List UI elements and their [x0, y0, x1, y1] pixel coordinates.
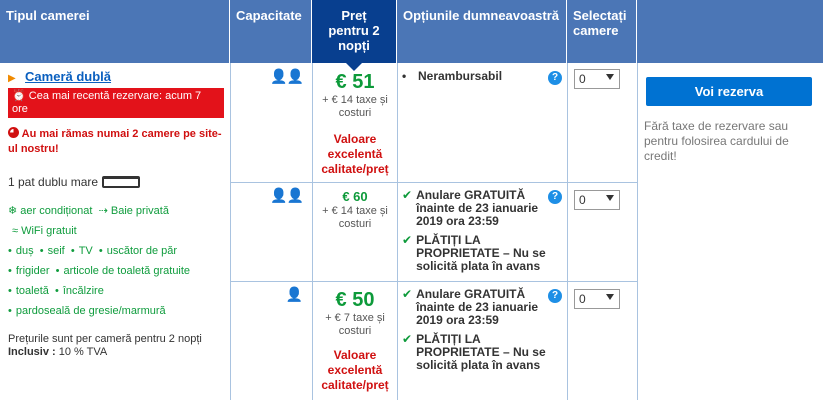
- divider: [230, 63, 231, 400]
- room-title-link[interactable]: Cameră dublă: [25, 69, 111, 84]
- alarm-clock-icon: ⏰: [12, 90, 26, 102]
- header-select-line2: camere: [573, 23, 619, 38]
- shower-icon: ⇢: [98, 205, 108, 217]
- checkmark-icon: ✔: [402, 287, 413, 301]
- amenity: WiFi gratuit: [21, 225, 77, 237]
- pie-chart-icon: [8, 127, 19, 138]
- amenity: frigider: [15, 265, 50, 277]
- price-cell: € 51 + € 14 taxe și costuri Valoare exce…: [313, 70, 397, 177]
- value-badge: Valoare excelentă calitate/preț: [321, 132, 389, 176]
- room-info: ▶ Cameră dublă ⏰ Cea mai recentă rezerva…: [0, 63, 230, 365]
- two-persons-icon: 👤👤: [270, 68, 304, 84]
- options-cell: ✔ Anulare GRATUITĂ înainte de 23 ianuari…: [398, 282, 566, 400]
- option-text: Anulare GRATUITĂ înainte de 23 ianuarie …: [416, 188, 539, 228]
- capacity-two-persons: 👤👤: [231, 68, 311, 85]
- room-title-row: ▶ Cameră dublă: [8, 69, 222, 84]
- snowflake-icon: ❄: [8, 205, 18, 217]
- chevron-down-icon: [606, 294, 614, 300]
- amenity: articole de toaletă gratuite: [63, 265, 191, 277]
- prices-note: Prețurile sunt per cameră pentru 2 nopți…: [8, 333, 222, 359]
- option-item: ✔ PLĂTIȚI LA PROPRIETATE – Nu se solicit…: [402, 333, 562, 372]
- amenity: aer condiționat: [20, 205, 93, 217]
- amenity: pardoseală de gresie/marmură: [15, 305, 166, 317]
- price-cell: € 50 + € 7 taxe și costuri Valoare excel…: [313, 288, 397, 393]
- options-cell: • Nerambursabil ?: [398, 64, 566, 182]
- amenities-row: • duș • seif • TV • uscător de păr: [8, 245, 178, 257]
- included-label: Inclusiv :: [8, 346, 56, 358]
- amenity: seif: [47, 245, 65, 257]
- bed-info: 1 pat dublu mare: [8, 175, 222, 189]
- option-text: PLĂTIȚI LA PROPRIETATE – Nu se solicită …: [416, 233, 546, 273]
- header-price: Preț pentru 2 nopți: [312, 0, 397, 71]
- option-item: • Nerambursabil: [402, 69, 503, 83]
- chevron-down-icon: [606, 195, 614, 201]
- capacity-one-person: 👤: [231, 286, 311, 303]
- header-capacity: Capacitate: [230, 0, 312, 63]
- chevron-down-icon: [606, 74, 614, 80]
- header-room-type: Tipul camerei: [0, 0, 230, 63]
- amenity: uscător de păr: [106, 245, 178, 257]
- two-persons-icon: 👤👤: [270, 187, 304, 203]
- amenities-row: ≈ WiFi gratuit: [12, 221, 222, 241]
- price-taxes: + € 14 taxe și costuri: [322, 205, 388, 230]
- scarcity-message: Au mai rămas numai 2 camere pe site-ul n…: [8, 127, 222, 157]
- price-taxes: + € 14 taxe și costuri: [322, 94, 388, 119]
- header-price-line3: nopți: [338, 38, 370, 53]
- recent-booking-alert: ⏰ Cea mai recentă rezervare: acum 7 ore: [8, 88, 224, 118]
- amenity: toaletă: [15, 285, 49, 297]
- prices-note-text: Prețurile sunt per cameră pentru 2 nopți: [8, 333, 202, 345]
- divider: [567, 63, 568, 400]
- option-text: PLĂTIȚI LA PROPRIETATE – Nu se solicită …: [416, 332, 546, 372]
- options-cell: ✔ Anulare GRATUITĂ înainte de 23 ianuari…: [398, 183, 566, 281]
- checkmark-icon: ✔: [402, 233, 413, 247]
- option-text: Nerambursabil: [418, 69, 503, 83]
- checkmark-icon: ✔: [402, 188, 413, 202]
- header-options: Opțiunile dumneavoastră: [397, 0, 567, 63]
- amenities-row: • frigider • articole de toaletă gratuite: [8, 265, 191, 277]
- checkmark-icon: ✔: [402, 332, 413, 346]
- help-icon[interactable]: ?: [548, 190, 562, 204]
- divider: [637, 63, 638, 400]
- scarcity-text: Au mai rămas numai 2 camere pe site-ul n…: [8, 128, 222, 155]
- price-taxes: + € 7 taxe și costuri: [325, 312, 385, 337]
- price-cell: € 60 + € 14 taxe și costuri: [313, 189, 397, 231]
- room-quantity-select[interactable]: 0: [574, 190, 620, 210]
- amenity: Baie privată: [110, 205, 169, 217]
- bed-text: 1 pat dublu mare: [8, 175, 99, 189]
- help-icon[interactable]: ?: [548, 71, 562, 85]
- price-value: € 50: [335, 289, 375, 311]
- room-quantity-select[interactable]: 0: [574, 69, 620, 89]
- room-quantity-select[interactable]: 0: [574, 289, 620, 309]
- amenities-row: • pardoseală de gresie/marmură: [8, 305, 166, 317]
- value-badge: Valoare excelentă calitate/preț: [321, 348, 389, 392]
- recent-booking-text: Cea mai recentă rezervare: acum 7 ore: [12, 90, 202, 115]
- bed-icon: [102, 176, 141, 188]
- reserve-note: Fără taxe de rezervare sau pentru folosi…: [644, 119, 789, 163]
- reserve-button[interactable]: Voi rezerva: [646, 77, 812, 106]
- capacity-two-persons: 👤👤: [231, 187, 311, 204]
- amenities-row: ❄ aer condiționat ⇢ Baie privată: [8, 201, 222, 221]
- amenities-row: • toaletă • încălzire: [8, 285, 104, 297]
- option-text: Anulare GRATUITĂ înainte de 23 ianuarie …: [416, 287, 539, 327]
- price-value: € 51: [335, 71, 375, 93]
- header-price-line1: Preț: [341, 8, 367, 23]
- option-item: ✔ Anulare GRATUITĂ înainte de 23 ianuari…: [402, 288, 562, 327]
- help-icon[interactable]: ?: [548, 289, 562, 303]
- amenity: duș: [15, 245, 34, 257]
- included-value: 10 % TVA: [58, 346, 108, 358]
- header-reserve: [637, 0, 823, 63]
- one-person-icon: 👤: [285, 286, 303, 302]
- amenity: TV: [78, 245, 93, 257]
- option-item: ✔ PLĂTIȚI LA PROPRIETATE – Nu se solicit…: [402, 234, 562, 273]
- wifi-icon: ≈: [12, 225, 19, 237]
- price-value: € 60: [342, 189, 368, 204]
- header-select-line1: Selectați: [573, 8, 627, 23]
- amenity: încălzire: [62, 285, 104, 297]
- arrow-right-icon: ▶: [8, 73, 16, 84]
- option-item: ✔ Anulare GRATUITĂ înainte de 23 ianuari…: [402, 189, 562, 228]
- header-select: Selectați camere: [567, 0, 637, 63]
- header-price-line2: pentru 2: [328, 23, 380, 38]
